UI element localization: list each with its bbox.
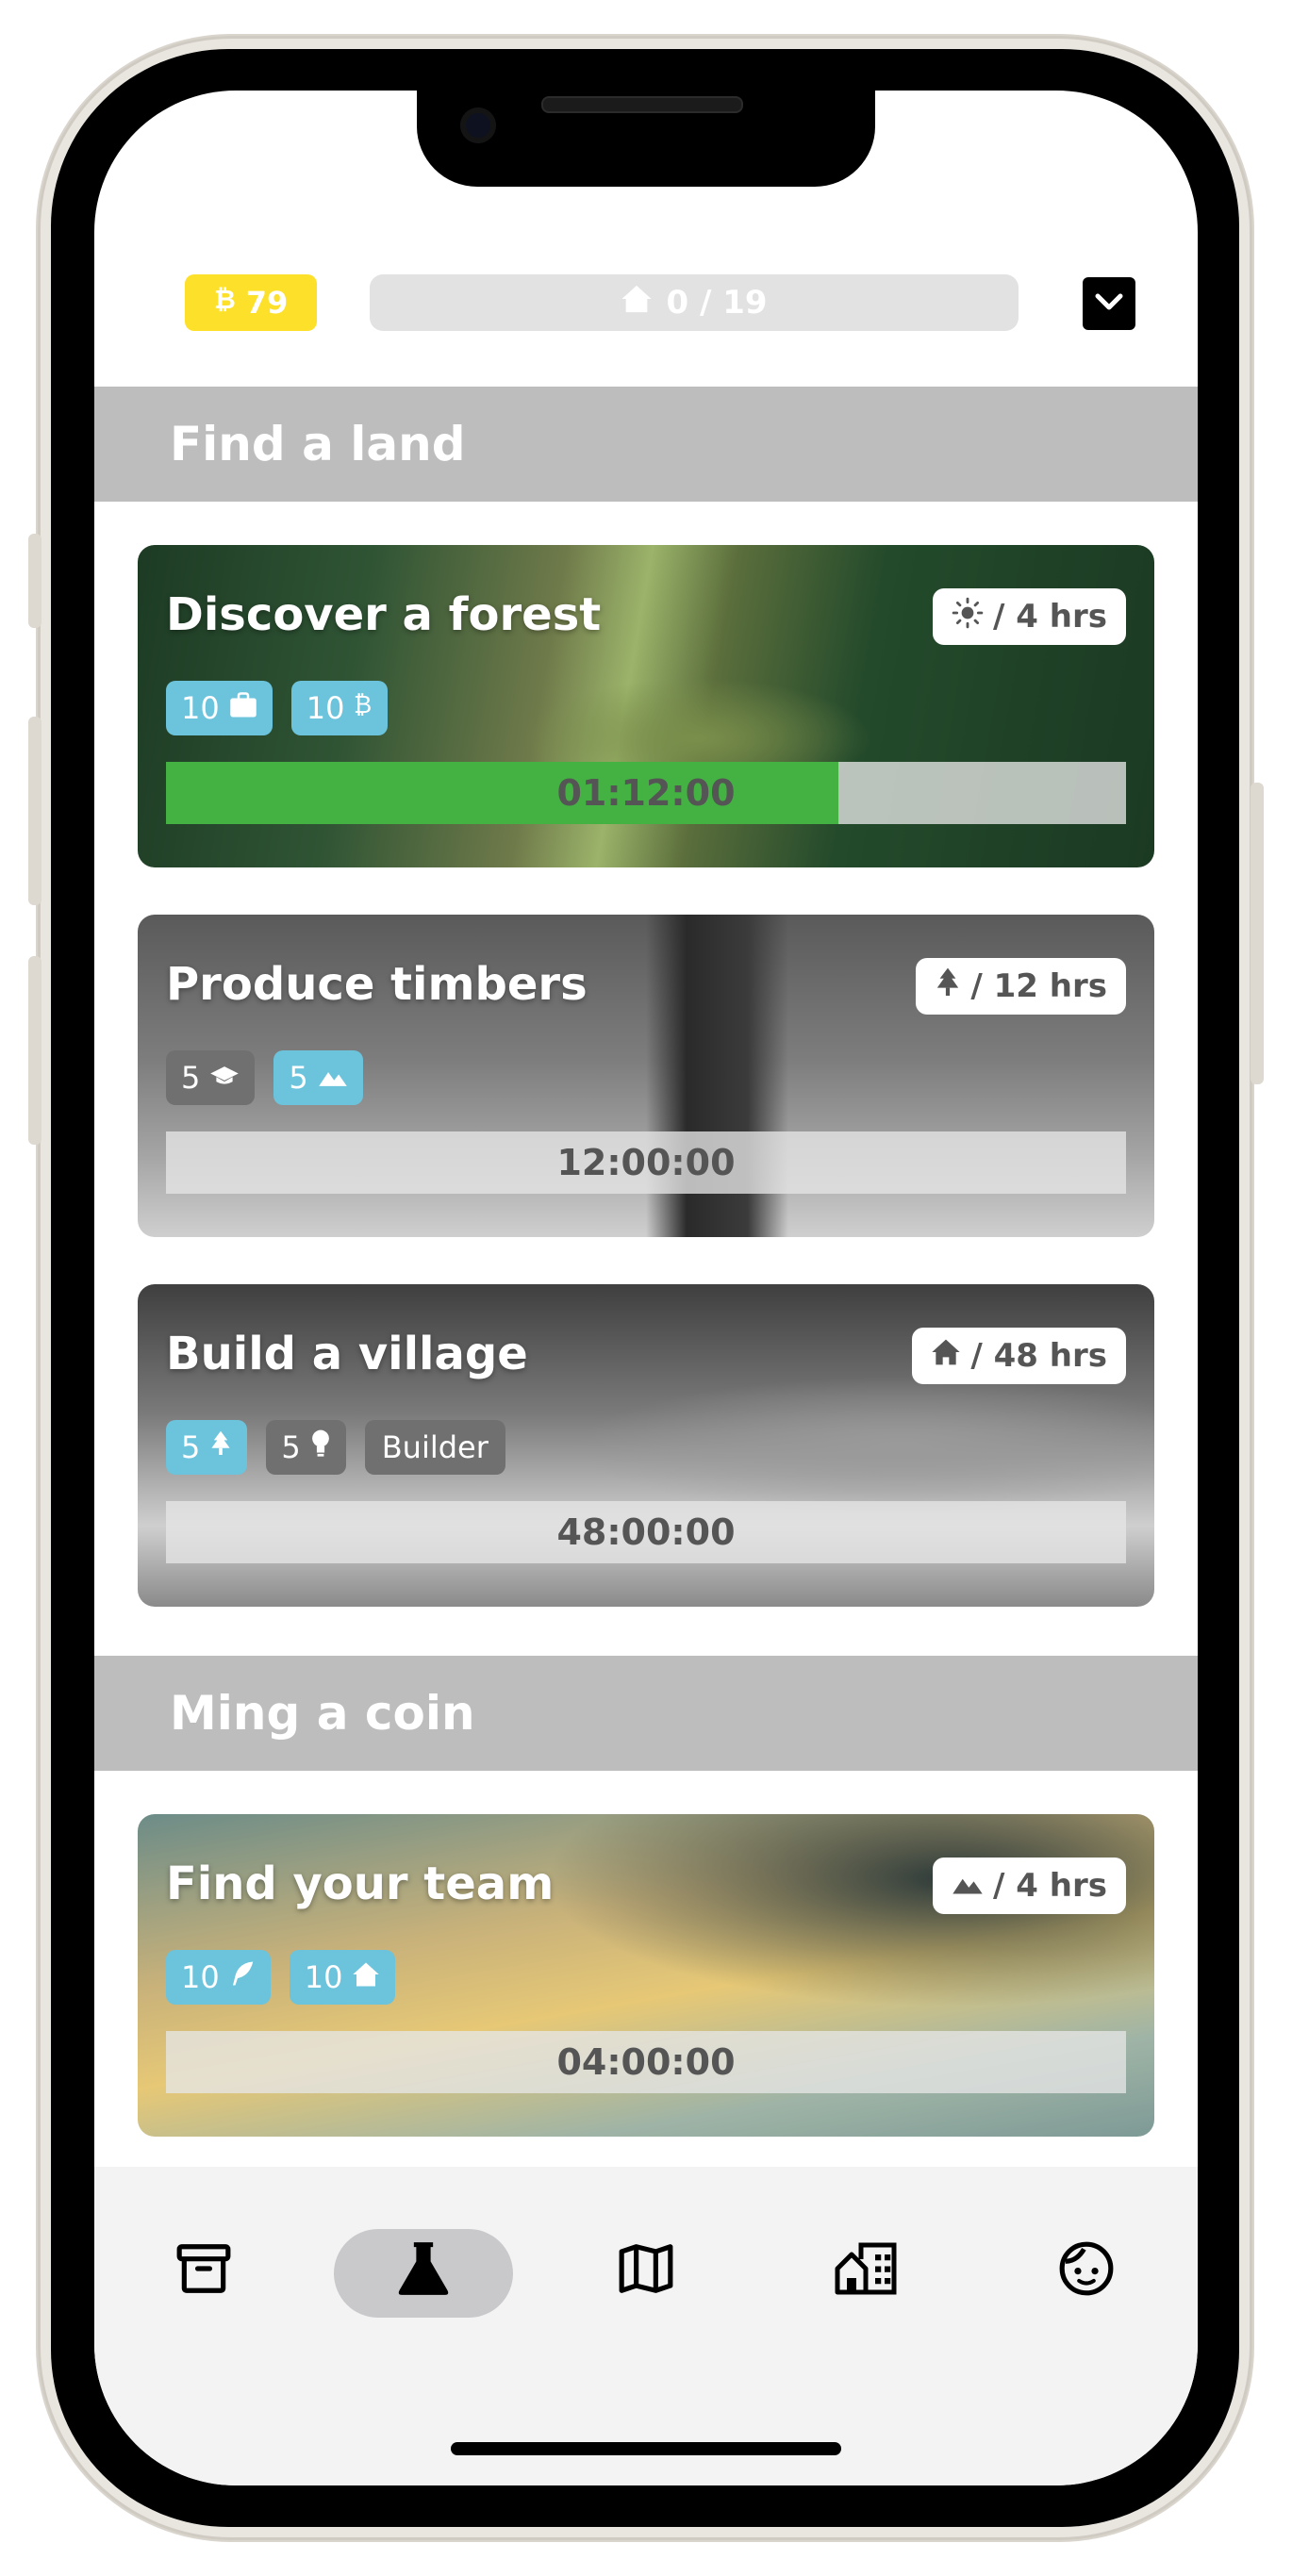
silent-switch [28,534,41,628]
earpiece-speaker [541,96,743,113]
task-rate-chip: / 48 hrs [912,1328,1126,1384]
requirement-value: 5 [281,1429,301,1465]
task-progress-bar: 12:00:00 [166,1131,1126,1194]
notch [417,91,875,187]
requirement-chip: 5 [273,1050,363,1105]
task-title: Build a village [166,1328,528,1380]
task-card-build-village[interactable]: Build a village / 48 hrs 5 5 Builder 48:… [138,1284,1154,1607]
buildings-icon [833,2239,899,2302]
coin-balance-value: 79 [245,285,289,321]
task-card-find-your-team[interactable]: Find your team / 4 hrs 10 10 04:00:00 [138,1814,1154,2137]
requirement-chip: 10 [166,1950,271,2005]
task-card-discover-forest[interactable]: Discover a forest / 4 hrs 10 10 ₿ 01:12:… [138,545,1154,867]
requirement-chip: 5 [266,1420,346,1475]
task-progress-bar: 04:00:00 [166,2031,1126,2093]
house-icon [621,284,653,322]
requirement-value: 5 [181,1060,201,1096]
task-rate-chip: / 12 hrs [916,958,1126,1015]
house-icon [352,1959,380,1995]
requirement-value: 10 [304,1959,343,1995]
task-timer: 04:00:00 [556,2041,736,2083]
requirement-value: 10 [181,1959,220,1995]
requirement-chip: 10 ₿ [290,681,389,735]
requirement-chips: 10 10 [166,1950,396,2005]
bitcoin-icon: ₿ [214,284,236,321]
role-chip-label: Builder [381,1429,489,1465]
archive-icon [174,2239,233,2302]
requirement-value: 10 [306,690,345,726]
mountain-icon [952,1867,984,1905]
tree-icon [209,1429,232,1465]
task-card-produce-timbers[interactable]: Produce timbers / 12 hrs 5 5 12:00:00 [138,915,1154,1237]
requirement-chips: 10 10 ₿ [166,681,389,735]
svg-text:₿: ₿ [354,691,372,718]
section-title: Find a land [170,417,466,471]
tree-icon [935,966,961,1007]
requirement-value: 5 [181,1429,201,1465]
svg-text:₿: ₿ [214,285,235,313]
task-rate: / 4 hrs [993,1867,1107,1905]
tab-map[interactable] [608,2233,684,2308]
requirement-value: 5 [289,1060,308,1096]
flask-icon [394,2237,453,2304]
task-timer: 01:12:00 [556,772,736,814]
feather-icon [229,1959,256,1995]
bitcoin-icon: ₿ [354,690,373,726]
volume-up-button [28,717,41,905]
sun-icon [952,597,984,637]
task-title: Produce timbers [166,958,588,1011]
coin-balance-badge[interactable]: ₿ 79 [185,274,317,331]
tab-archive[interactable] [166,2233,241,2308]
task-rate-chip: / 4 hrs [933,1858,1126,1914]
section-header-ming-a-coin: Ming a coin [94,1656,1198,1771]
house-icon [931,1337,961,1375]
home-indicator[interactable] [451,2442,841,2455]
task-timer: 12:00:00 [556,1142,736,1183]
requirement-chips: 5 5 [166,1050,363,1105]
task-progress-bar: 48:00:00 [166,1501,1126,1563]
menu-toggle-button[interactable] [1083,277,1135,330]
tab-lab[interactable] [386,2233,461,2308]
task-progress-bar: 01:12:00 [166,762,1126,824]
mountain-icon [318,1060,348,1096]
chevron-down-icon [1094,291,1124,316]
task-title: Discover a forest [166,588,602,641]
briefcase-icon [229,690,257,726]
graduation-cap-icon [209,1060,240,1096]
task-rate: / 4 hrs [993,598,1107,636]
front-camera [460,107,496,143]
task-title: Find your team [166,1858,555,1910]
requirement-chip: 10 [289,1950,396,2005]
requirement-chip: 5 [166,1050,256,1105]
task-timer: 48:00:00 [556,1511,736,1553]
requirement-chips: 5 5 Builder [166,1420,505,1475]
bottom-tab-bar [94,2167,1198,2485]
lightbulb-icon [310,1429,331,1465]
section-header-find-a-land: Find a land [94,387,1198,502]
requirement-chip: 10 [166,681,273,735]
requirement-chip: 5 [166,1420,248,1475]
task-rate: / 12 hrs [970,967,1107,1005]
role-chip: Builder [364,1420,505,1475]
volume-down-button [28,956,41,1145]
tab-profile[interactable] [1049,2233,1124,2308]
requirement-value: 10 [181,690,220,726]
house-progress-bar: 0 / 19 [370,274,1019,331]
power-button [1251,783,1264,1084]
task-rate: / 48 hrs [970,1337,1107,1375]
tab-buildings[interactable] [828,2233,903,2308]
house-progress-value: 0 / 19 [666,284,768,322]
section-title: Ming a coin [170,1686,475,1741]
face-icon [1057,2239,1116,2302]
map-icon [617,2239,675,2302]
task-rate-chip: / 4 hrs [933,588,1126,645]
app-screen: ₿ 79 0 / 19 Find a land Discover a fores… [94,91,1198,2485]
